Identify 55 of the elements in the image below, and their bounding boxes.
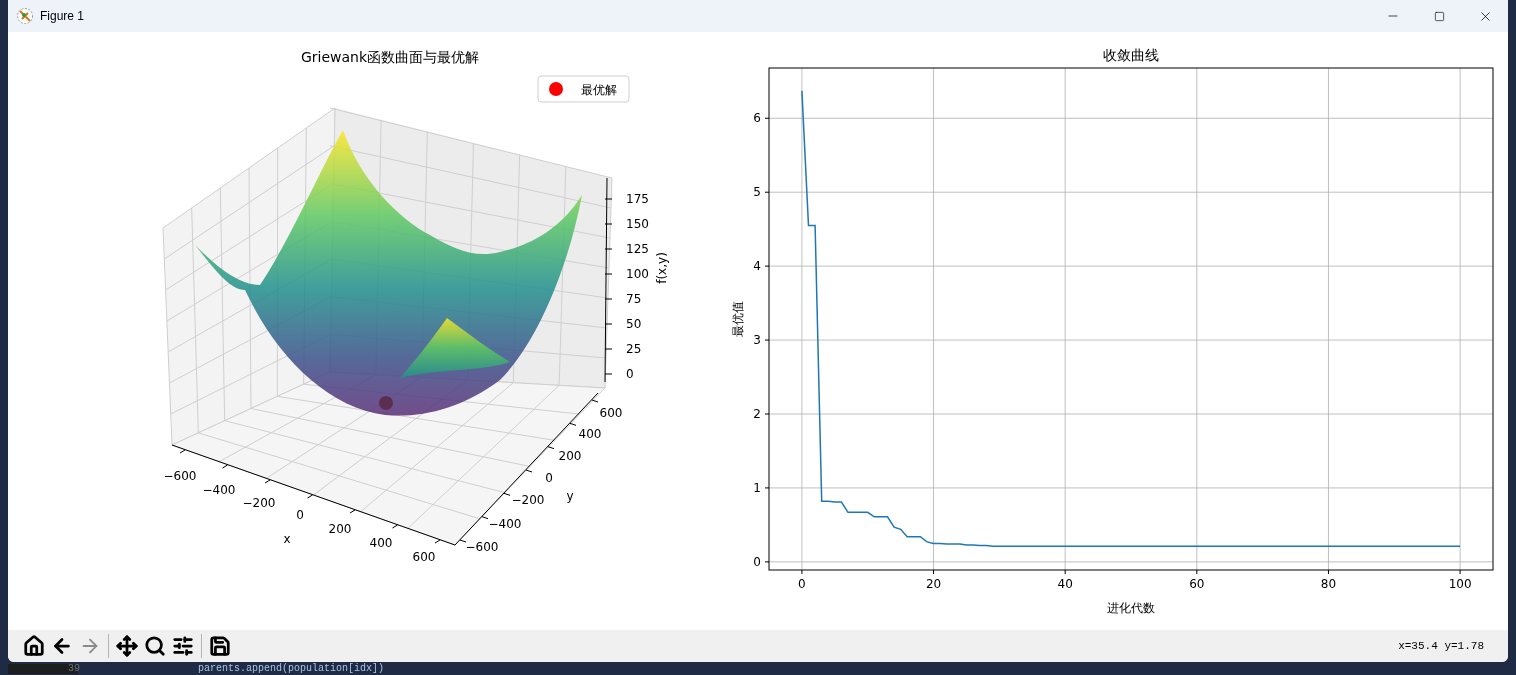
sliders-icon: [172, 635, 194, 657]
search-icon: [144, 635, 166, 657]
home-icon: [23, 635, 45, 657]
cursor-coordinates: x=35.4 y=1.78: [1398, 638, 1484, 654]
tick-label: 5: [753, 185, 761, 200]
tick-label: 600: [599, 406, 623, 420]
window-title: Figure 1: [40, 8, 85, 25]
tick-label: 2: [753, 407, 761, 421]
tick-label: −200: [242, 496, 276, 510]
tick-label: 75: [626, 292, 642, 306]
tick-label: 80: [1320, 577, 1337, 591]
line-number: 39: [8, 663, 78, 674]
tick-label: −200: [511, 493, 545, 507]
tick-label: 0: [798, 577, 806, 591]
tick-label: 40: [1057, 577, 1073, 591]
plot-title: Griewank函数曲面与最优解: [300, 49, 480, 65]
tick-label: −400: [202, 483, 236, 497]
axis-label: f(x,y): [655, 252, 669, 284]
tick-label: 60: [1189, 577, 1205, 591]
tick-label: −400: [488, 517, 522, 531]
tick-label: 0: [296, 508, 304, 522]
tick-label: 400: [578, 427, 602, 441]
tick-label: 600: [412, 550, 436, 564]
axis-label: y: [566, 489, 574, 503]
code-line: parents.append(population[idx]): [198, 663, 385, 674]
tick-label: 200: [328, 522, 352, 536]
tick-label: 3: [753, 333, 761, 348]
axis-label: x: [283, 532, 291, 546]
axis-label: 最优值: [731, 301, 745, 337]
tick-label: 200: [558, 449, 582, 463]
tick-label: 50: [626, 317, 642, 331]
tick-label: 100: [1448, 577, 1472, 591]
tick-label: 150: [626, 217, 649, 231]
axis-label: 进化代数: [1107, 601, 1155, 615]
tick-label: 125: [626, 242, 649, 256]
chart-title: 收敛曲线: [1103, 47, 1159, 63]
tick-label: 25: [626, 342, 642, 356]
tick-label: 0: [545, 471, 553, 485]
tick-label: −600: [163, 469, 197, 483]
tick-label: 0: [626, 367, 634, 381]
tick-label: 4: [753, 259, 761, 274]
optimum-marker: [379, 396, 393, 410]
move-icon: [116, 635, 138, 657]
tick-label: 20: [925, 577, 942, 591]
tick-label: 100: [626, 267, 649, 281]
tick-label: −600: [465, 540, 499, 554]
tick-label: 1: [753, 480, 761, 495]
tick-label: 6: [753, 111, 761, 126]
maximize-icon: [1433, 10, 1445, 22]
app-icon: [16, 7, 34, 25]
legend-label: 最优解: [581, 83, 617, 97]
arrow-left-icon: [51, 635, 73, 657]
tick-label: 400: [369, 536, 393, 550]
tick-label: 0: [753, 554, 761, 569]
tick-label: 175: [626, 192, 649, 206]
